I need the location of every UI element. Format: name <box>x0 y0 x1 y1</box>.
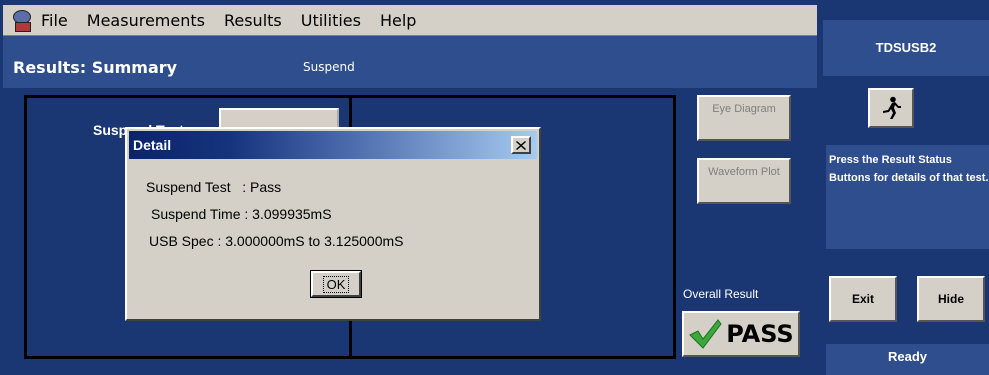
ok-button[interactable]: OK <box>310 270 362 298</box>
run-button[interactable] <box>868 88 914 128</box>
overall-result-button[interactable]: PASS <box>682 311 800 357</box>
dialog-line-result: Suspend Test : Pass <box>146 179 282 195</box>
results-header: Results: Summary Suspend <box>3 36 817 88</box>
overall-result-text: PASS <box>726 320 794 348</box>
status-bar: Ready <box>826 344 989 375</box>
page-title: Results: Summary <box>13 58 178 77</box>
menu-bar: File Measurements Results Utilities Help <box>3 5 817 36</box>
waveform-plot-button[interactable]: Waveform Plot <box>697 158 791 204</box>
detail-dialog: Detail Suspend Test : Pass Suspend Time … <box>125 127 541 321</box>
menu-file[interactable]: File <box>41 11 68 30</box>
app-window: File Measurements Results Utilities Help… <box>0 0 989 375</box>
help-box: Press the Result Status Buttons for deta… <box>826 145 989 249</box>
hide-button[interactable]: Hide <box>917 276 985 322</box>
menu-measurements[interactable]: Measurements <box>87 11 205 30</box>
app-name-title: TDSUSB2 <box>823 20 989 76</box>
running-man-icon <box>883 96 901 119</box>
exit-button[interactable]: Exit <box>829 276 897 322</box>
menu-results[interactable]: Results <box>224 11 282 30</box>
help-text: Press the Result Status Buttons for deta… <box>829 154 989 184</box>
ok-button-label: OK <box>322 275 350 293</box>
close-button[interactable] <box>511 136 531 154</box>
menu-utilities[interactable]: Utilities <box>301 11 361 30</box>
checkmark-icon <box>689 319 722 349</box>
dialog-title: Detail <box>133 137 172 153</box>
dialog-line-spec: USB Spec : 3.000000mS to 3.125000mS <box>149 233 404 249</box>
close-icon <box>516 140 526 150</box>
menu-help[interactable]: Help <box>380 11 416 30</box>
test-mode-label: Suspend <box>303 60 355 74</box>
dialog-title-bar[interactable]: Detail <box>129 131 537 159</box>
overall-result-label: Overall Result <box>683 287 759 301</box>
eye-diagram-button[interactable]: Eye Diagram <box>697 95 791 141</box>
app-logo-icon <box>11 9 33 32</box>
dialog-line-time: Suspend Time : 3.099935mS <box>151 206 332 222</box>
